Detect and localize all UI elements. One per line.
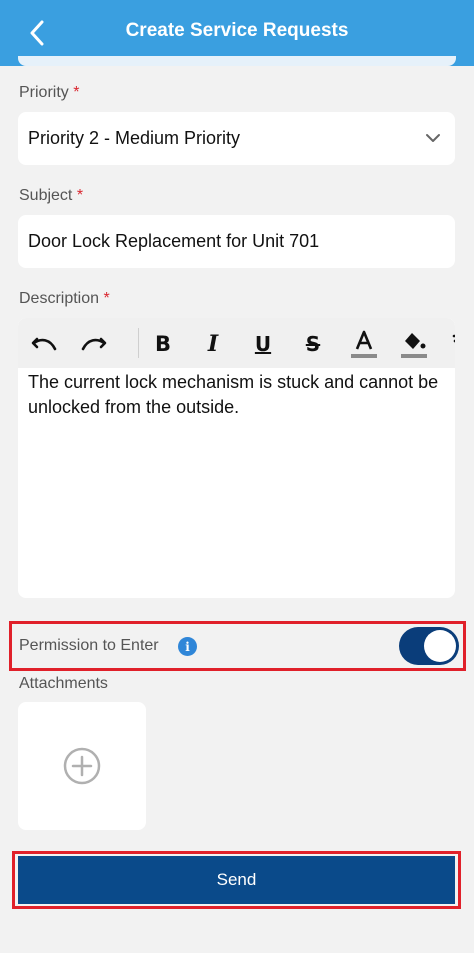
description-label-text: Description [19,290,100,307]
page-title: Create Service Requests [125,20,349,41]
subject-label-text: Subject [19,187,73,204]
text-color-icon [351,330,377,358]
description-editor[interactable]: B I U S The current lock mechanism is st… [18,318,455,598]
send-button[interactable]: Send [18,856,455,904]
redo-icon [81,337,107,351]
info-icon-glyph: i [185,639,190,654]
redo-button[interactable] [76,326,112,362]
subject-label: Subject * [19,187,83,205]
priority-select[interactable]: Priority 2 - Medium Priority [18,112,455,165]
required-mark: * [73,84,80,101]
italic-icon: I [207,331,219,357]
fill-color-button[interactable] [396,326,432,362]
description-text[interactable]: The current lock mechanism is stuck and … [28,370,453,420]
chevron-down-icon [426,134,440,142]
app-header: Create Service Requests [0,0,474,66]
toolbar-separator [138,328,139,358]
subject-value: Door Lock Replacement for Unit 701 [28,231,320,251]
permission-toggle[interactable] [399,627,459,665]
text-color-button[interactable] [346,326,382,362]
undo-button[interactable] [26,326,62,362]
priority-value: Priority 2 - Medium Priority [28,128,241,148]
underline-icon: U [254,332,272,356]
strikethrough-button[interactable]: S [295,326,331,362]
plus-circle-icon [63,747,101,785]
header-strip [18,56,456,66]
strikethrough-icon: S [305,332,321,356]
required-mark: * [76,187,84,204]
info-icon[interactable]: i [178,637,197,656]
attachments-label: Attachments [19,675,108,692]
fill-color-icon [401,333,427,358]
description-label: Description * [19,290,110,308]
undo-icon [31,337,57,351]
permission-label: Permission to Enter [19,637,159,654]
toggle-knob [424,630,456,662]
priority-label: Priority * [19,84,79,102]
clear-format-icon [452,334,455,343]
italic-button[interactable]: I [195,326,231,362]
bold-icon: B [154,332,171,356]
clear-format-button[interactable] [445,326,455,362]
priority-label-text: Priority [19,84,69,101]
underline-button[interactable]: U [245,326,281,362]
bold-button[interactable]: B [145,326,181,362]
add-attachment-button[interactable] [18,702,146,830]
required-mark: * [103,290,110,307]
editor-toolbar: B I U S [18,318,455,368]
subject-input[interactable]: Door Lock Replacement for Unit 701 [18,215,455,268]
